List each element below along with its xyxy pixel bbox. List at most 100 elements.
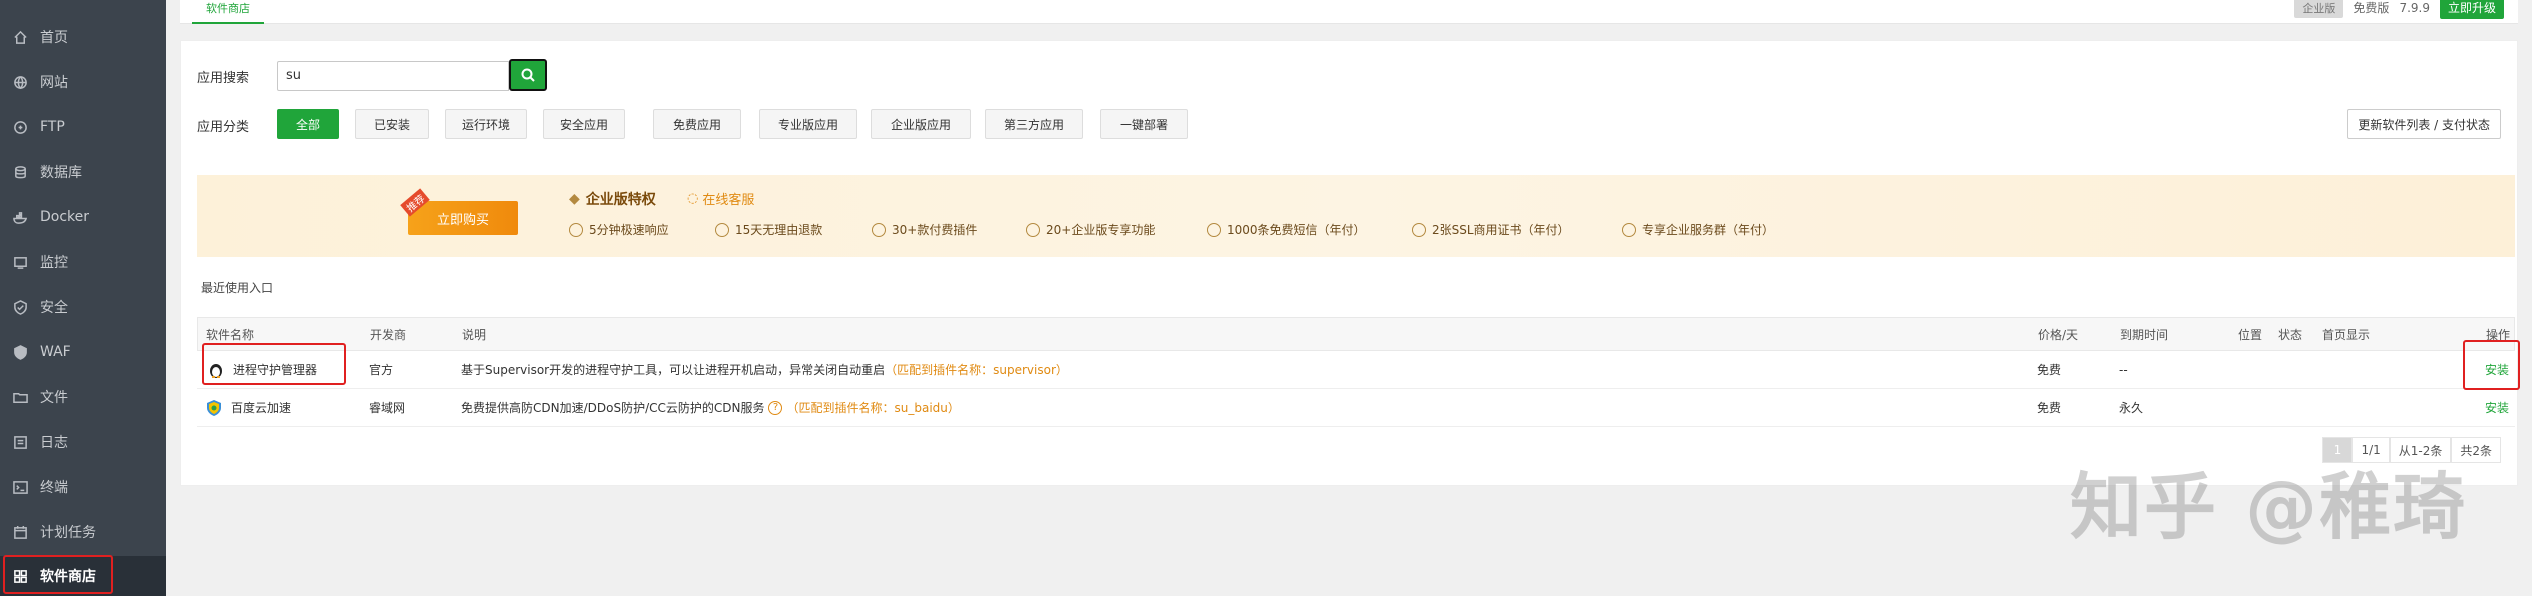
docker-icon (12, 209, 28, 225)
sidebar-item-files[interactable]: 文件 (0, 377, 166, 417)
install-button[interactable]: 安装 (2485, 389, 2509, 426)
price-cell: 免费 (2037, 363, 2062, 377)
feature-text: 15天无理由退款 (735, 223, 823, 237)
top-right-info: 企业版 免费版 7.9.9 立即升级 (2294, 0, 2504, 19)
feature-text: 5分钟极速响应 (589, 223, 669, 237)
app-name-cell[interactable]: 百度云加速 (205, 389, 291, 426)
sidebar-item-label: 监控 (40, 255, 68, 271)
price-cell: 免费 (2037, 401, 2062, 415)
col-developer: 开发商 (370, 327, 407, 342)
sidebar-item-docker[interactable]: Docker (0, 197, 166, 237)
sidebar-item-label: 安全 (40, 300, 68, 316)
feature-item: 2张SSL商用证书（年付） (1412, 221, 1570, 238)
clock-icon (569, 222, 583, 237)
category-free[interactable]: 免费应用 (653, 109, 741, 139)
category-one-click[interactable]: 一键部署 (1100, 109, 1188, 139)
plugin-icon (872, 222, 886, 237)
search-input[interactable]: su (277, 61, 509, 91)
feature-text: 专享企业服务群（年付） (1642, 223, 1775, 237)
category-runtime[interactable]: 运行环境 (445, 109, 527, 139)
buy-now-button[interactable]: 立即购买 (408, 201, 518, 235)
category-installed[interactable]: 已安装 (355, 109, 429, 139)
table-row: 进程守护管理器 官方 基于Supervisor开发的进程守护工具，可以让进程开机… (197, 351, 2515, 389)
recent-entry-label: 最近使用入口 (201, 281, 274, 295)
feature-text: 30+款付费插件 (892, 223, 978, 237)
baidu-cloud-icon (205, 399, 223, 417)
waf-icon (12, 344, 28, 360)
developer-cell: 睿域网 (369, 401, 406, 415)
table-header: 软件名称 开发商 说明 价格/天 到期时间 位置 状态 首页显示 操作 (197, 317, 2515, 351)
highlight-box (2463, 340, 2520, 390)
online-service-link[interactable]: ◌ 在线客服 (687, 189, 754, 208)
chat-icon: ◌ (687, 191, 699, 206)
shield-icon (12, 299, 28, 315)
feature-item: 专享企业服务群（年付） (1622, 221, 1774, 238)
sidebar-item-ftp[interactable]: FTP (0, 107, 166, 147)
search-label: 应用搜索 (197, 71, 250, 86)
sidebar-item-label: 终端 (40, 480, 68, 496)
developer-cell: 官方 (369, 363, 394, 377)
col-status: 状态 (2278, 327, 2303, 342)
help-icon[interactable]: ? (768, 400, 783, 415)
home-icon (12, 29, 28, 45)
software-table: 软件名称 开发商 说明 价格/天 到期时间 位置 状态 首页显示 操作 进程守护… (197, 317, 2515, 427)
category-enterprise[interactable]: 企业版应用 (871, 109, 971, 139)
highlight-box (202, 343, 346, 385)
refresh-list-button[interactable]: 更新软件列表 / 支付状态 (2347, 109, 2501, 139)
search-icon (520, 67, 536, 83)
ssl-icon (1412, 222, 1426, 237)
sidebar: 首页 网站 FTP 数据库 Docker 监控 安全 WAF 文件 日志 终端 (0, 0, 166, 596)
category-third-party[interactable]: 第三方应用 (985, 109, 1083, 139)
col-homepage: 首页显示 (2322, 327, 2371, 342)
description-text: 基于Supervisor开发的进程守护工具，可以让进程开机启动，异常关闭自动重启 (461, 363, 886, 377)
sidebar-item-website[interactable]: 网站 (0, 62, 166, 102)
sidebar-item-terminal[interactable]: 终端 (0, 467, 166, 507)
globe-icon (12, 74, 28, 90)
sidebar-item-monitor[interactable]: 监控 (0, 242, 166, 282)
sidebar-item-logs[interactable]: 日志 (0, 422, 166, 462)
feature-item: 1000条免费短信（年付） (1207, 221, 1366, 238)
sidebar-item-waf[interactable]: WAF (0, 332, 166, 372)
sidebar-item-home[interactable]: 首页 (0, 17, 166, 57)
sidebar-item-label: 数据库 (40, 165, 82, 181)
table-row: 百度云加速 睿域网 免费提供高防CDN加速/DDoS防护/CC云防护的CDN服务… (197, 389, 2515, 427)
highlight-box (3, 555, 113, 594)
monitor-icon (12, 254, 28, 270)
match-text: （匹配到插件名称：su_baidu） (786, 401, 960, 415)
description-cell: 基于Supervisor开发的进程守护工具，可以让进程开机启动，异常关闭自动重启… (461, 351, 1068, 388)
diamond-outline-icon (1026, 222, 1040, 237)
folder-icon (12, 389, 28, 405)
sidebar-item-security[interactable]: 安全 (0, 287, 166, 327)
col-expiry[interactable]: 到期时间 (2120, 318, 2168, 350)
sidebar-item-label: 首页 (40, 30, 68, 46)
feature-text: 20+企业版专享功能 (1046, 223, 1156, 237)
online-service-text: 在线客服 (702, 193, 755, 208)
search-button[interactable] (509, 59, 547, 91)
match-text: （匹配到插件名称：supervisor） (885, 363, 1068, 377)
ftp-icon (12, 119, 28, 135)
upgrade-button[interactable]: 立即升级 (2439, 0, 2504, 19)
description-text: 免费提供高防CDN加速/DDoS防护/CC云防护的CDN服务 (461, 401, 765, 415)
enterprise-title-text: 企业版特权 (585, 192, 656, 208)
sidebar-item-label: 网站 (40, 75, 68, 91)
col-description: 说明 (462, 327, 487, 342)
expiry-cell: -- (2119, 362, 2128, 377)
tab-app-store[interactable]: 软件商店 (192, 0, 264, 24)
watermark: 知乎 @稚琦 (2070, 465, 2468, 549)
database-icon (12, 164, 28, 180)
app-name: 百度云加速 (231, 401, 292, 415)
col-location: 位置 (2238, 327, 2263, 342)
feature-item: 15天无理由退款 (715, 221, 822, 238)
enterprise-banner: 立即购买 推荐 ◆ 企业版特权 ◌ 在线客服 5分钟极速响应 15天无理由退款 … (197, 175, 2515, 257)
category-security[interactable]: 安全应用 (543, 109, 625, 139)
feature-text: 1000条免费短信（年付） (1227, 223, 1366, 237)
category-all[interactable]: 全部 (277, 109, 339, 139)
top-bar: 软件商店 企业版 免费版 7.9.9 立即升级 (180, 0, 2518, 24)
col-price[interactable]: 价格/天 (2038, 318, 2078, 350)
edition-badge[interactable]: 企业版 (2294, 0, 2344, 18)
sidebar-item-database[interactable]: 数据库 (0, 152, 166, 192)
heart-icon (1622, 222, 1636, 237)
sidebar-item-cron[interactable]: 计划任务 (0, 512, 166, 552)
enterprise-title: ◆ 企业版特权 (569, 189, 656, 209)
category-pro[interactable]: 专业版应用 (759, 109, 857, 139)
